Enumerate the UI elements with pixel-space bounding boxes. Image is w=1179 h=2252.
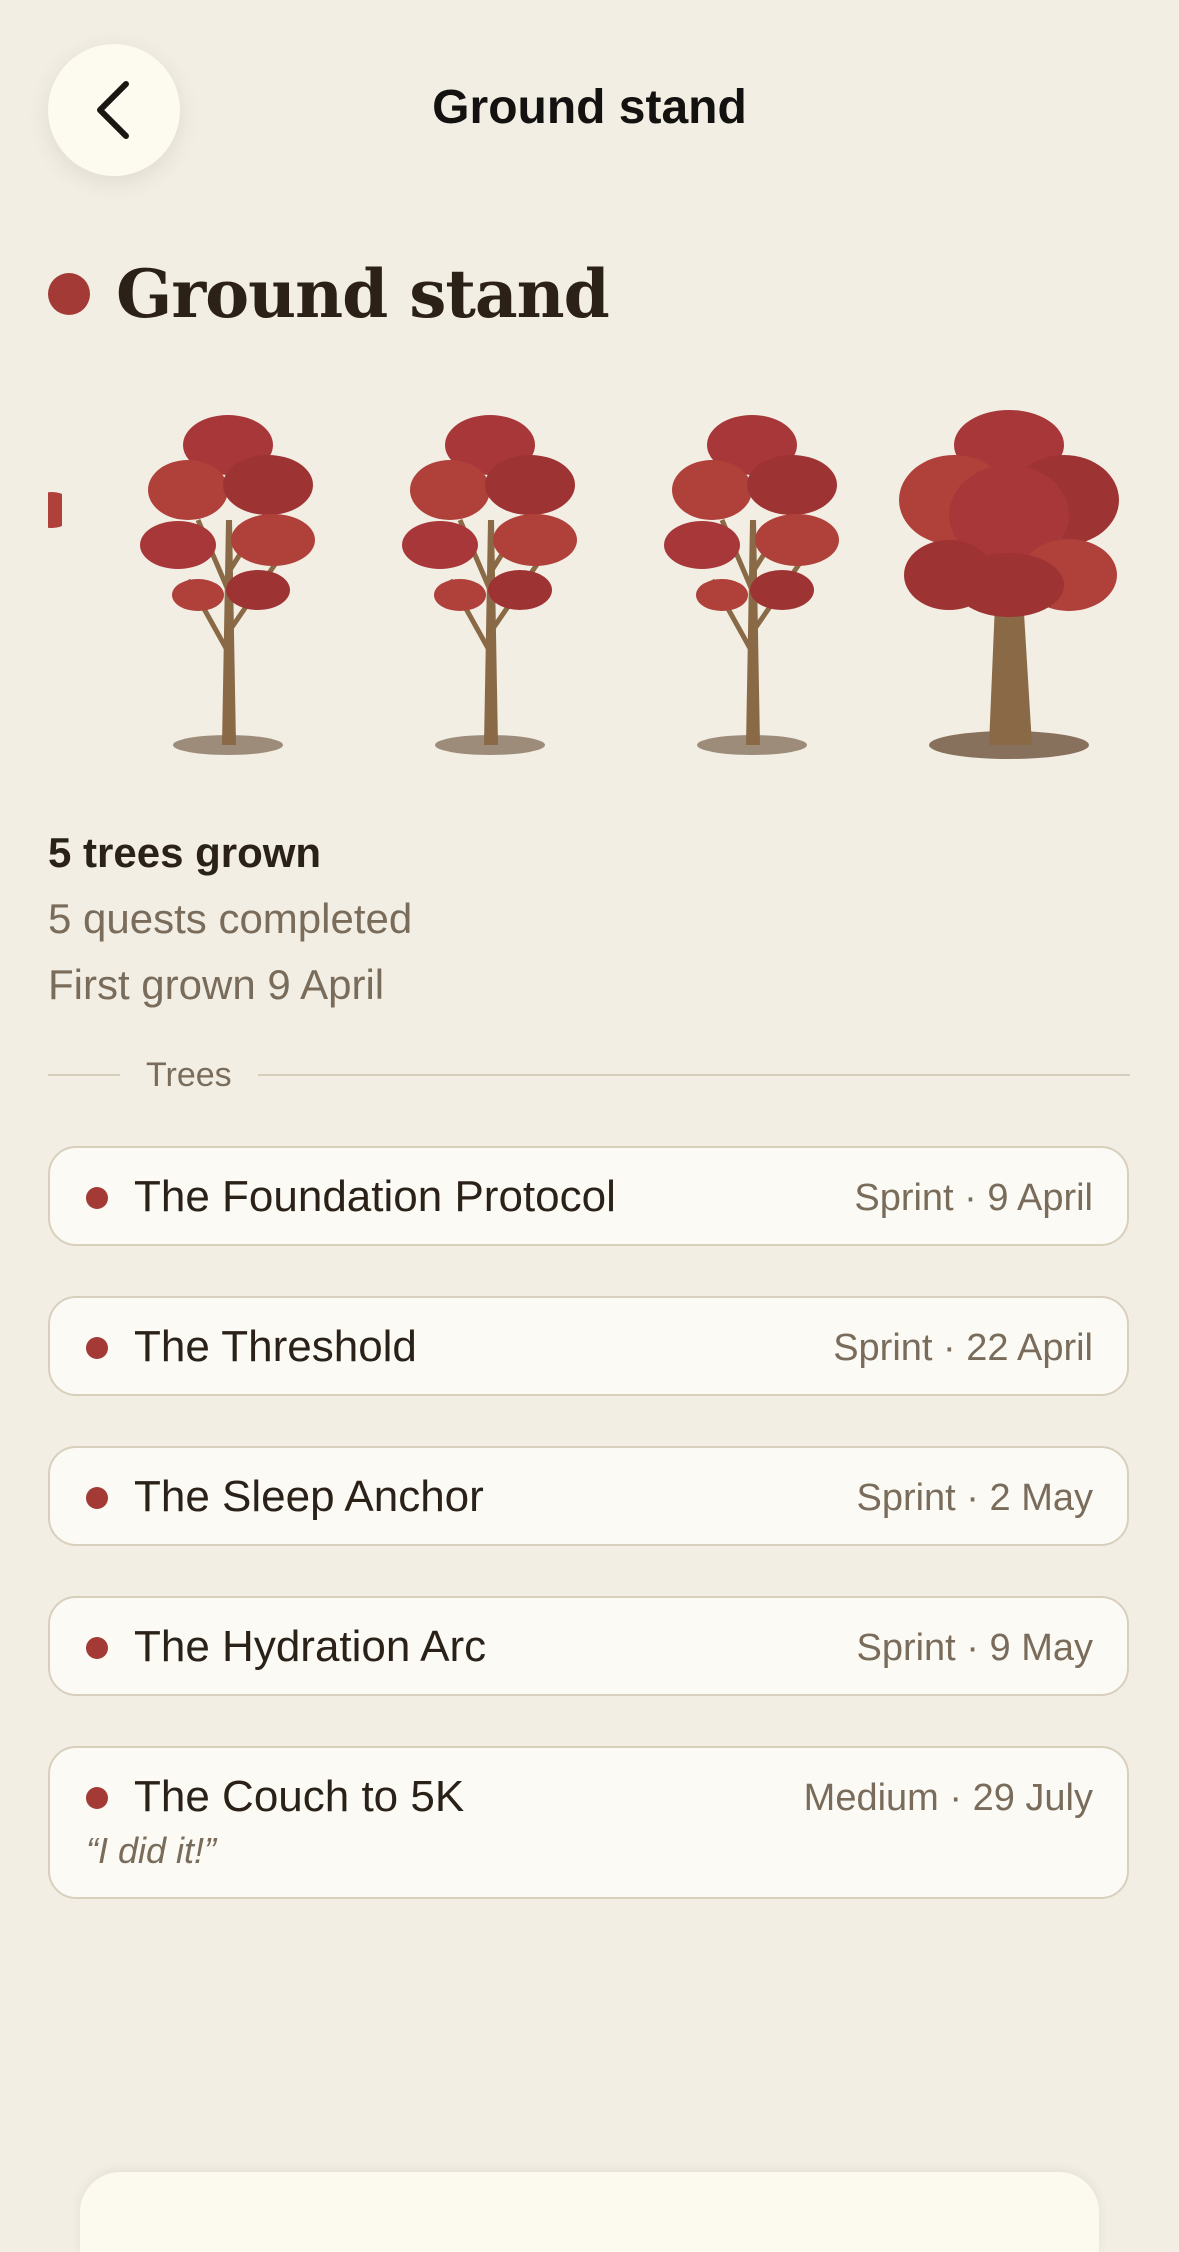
tree-meta: Sprint · 9 May — [856, 1627, 1093, 1669]
tree-meta: Medium · 29 July — [803, 1777, 1093, 1819]
tree-name: The Threshold — [134, 1322, 417, 1371]
tree-color-dot — [86, 1337, 108, 1359]
divider-line — [257, 1074, 1130, 1076]
tree-name: The Couch to 5K — [134, 1772, 465, 1821]
tree-meta: Sprint · 9 April — [854, 1177, 1093, 1219]
quests-completed-stat: 5 quests completed — [48, 895, 413, 942]
tree-list-item[interactable]: The Threshold Sprint · 22 April — [48, 1296, 1129, 1396]
first-grown-stat: First grown 9 April — [48, 961, 385, 1008]
tree-illustration — [899, 410, 1119, 759]
stand-title: Ground stand — [116, 255, 610, 333]
tree-gallery[interactable] — [48, 400, 1128, 770]
trees-grown-stat: 5 trees grown — [48, 829, 322, 876]
tree-color-dot — [86, 1787, 108, 1809]
tree-name: The Sleep Anchor — [134, 1472, 484, 1521]
tree-list-item[interactable]: The Hydration Arc Sprint · 9 May — [48, 1596, 1129, 1696]
divider-line — [48, 1074, 120, 1076]
tree-meta: Sprint · 22 April — [833, 1327, 1093, 1369]
tree-meta: Sprint · 2 May — [856, 1477, 1093, 1519]
nav-title: Ground stand — [432, 81, 747, 134]
tree-name: The Hydration Arc — [134, 1622, 487, 1671]
tree-illustration — [664, 415, 839, 755]
stand-color-dot — [48, 273, 90, 315]
tree-illustration — [402, 415, 577, 755]
section-label: Trees — [146, 1055, 232, 1094]
bottom-sheet[interactable] — [80, 2172, 1099, 2252]
tree-list-item[interactable]: The Foundation Protocol Sprint · 9 April — [48, 1146, 1129, 1246]
tree-name: The Foundation Protocol — [134, 1172, 616, 1221]
tree-list-item[interactable]: The Sleep Anchor Sprint · 2 May — [48, 1446, 1129, 1546]
tree-color-dot — [86, 1187, 108, 1209]
trees-section-header: Trees — [48, 1055, 1130, 1095]
tree-illustration — [48, 492, 62, 528]
stand-heading: Ground stand — [48, 255, 610, 333]
tree-color-dot — [86, 1487, 108, 1509]
stand-stats: 5 trees grown 5 quests completed First g… — [48, 820, 412, 1018]
tree-quote: “I did it!” — [86, 1830, 217, 1871]
tree-illustration — [140, 415, 315, 755]
tree-color-dot — [86, 1637, 108, 1659]
tree-list-item[interactable]: The Couch to 5K Medium · 29 July “I did … — [48, 1746, 1129, 1899]
